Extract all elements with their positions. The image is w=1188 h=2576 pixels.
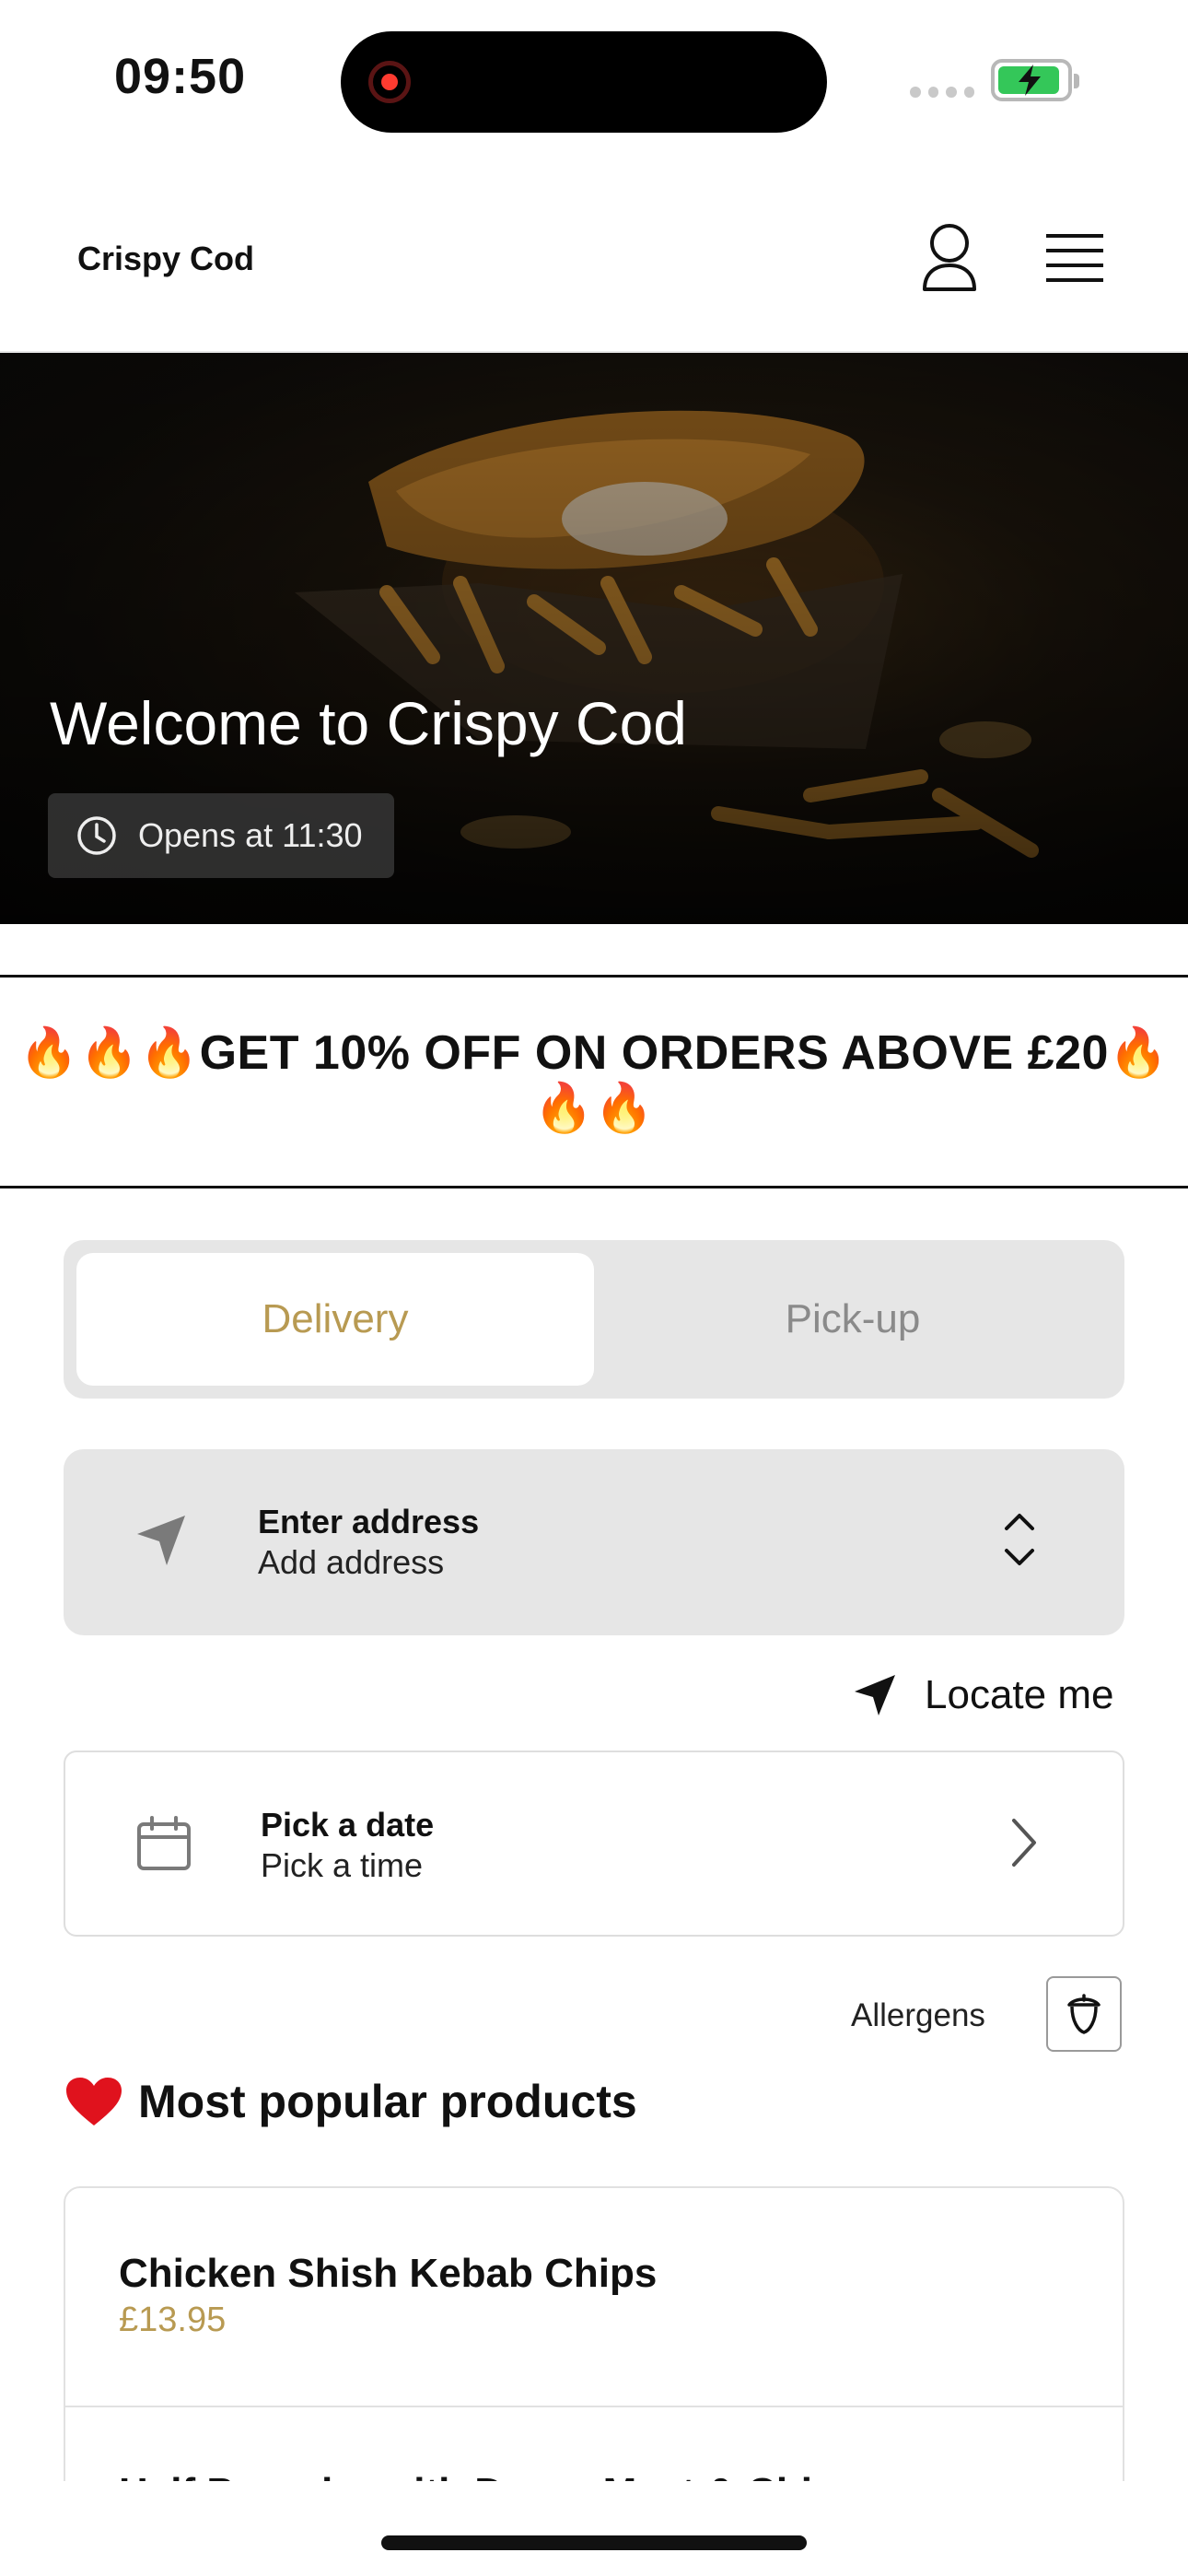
order-mode-toggle: Delivery Pick-up (64, 1240, 1124, 1399)
address-title: Enter address (258, 1503, 480, 1540)
locate-me-label: Locate me (925, 1672, 1114, 1717)
status-bar: 09:50 (0, 0, 1188, 166)
product-name: Chicken Shish Kebab Chips (119, 2251, 658, 2296)
location-arrow-icon (855, 1675, 895, 1715)
popular-products-heading: Most popular products (64, 2075, 637, 2128)
allergens-label: Allergens (851, 1997, 985, 2033)
opening-hours-text: Opens at 11:30 (138, 816, 363, 854)
dynamic-island (341, 31, 827, 133)
home-indicator[interactable] (381, 2535, 807, 2550)
delivery-tab[interactable]: Delivery (76, 1253, 594, 1386)
acorn-icon (1067, 1994, 1101, 2034)
status-time: 09:50 (114, 49, 247, 104)
promo-banner: 🔥🔥🔥GET 10% OFF ON ORDERS ABOVE £20🔥🔥🔥 (0, 975, 1188, 1188)
user-icon[interactable] (917, 221, 982, 295)
brand-name[interactable]: Crispy Cod (77, 240, 254, 278)
calendar-icon (137, 1816, 191, 1870)
hero-banner: Welcome to Crispy Cod Opens at 11:30 (0, 353, 1188, 924)
pick-date-label: Pick a date (261, 1806, 435, 1844)
recording-icon (368, 61, 411, 103)
pick-time-label: Pick a time (261, 1846, 424, 1884)
chevron-right-icon (1012, 1819, 1036, 1867)
date-time-picker[interactable]: Pick a date Pick a time (64, 1751, 1124, 1937)
opening-hours-badge: Opens at 11:30 (48, 793, 394, 878)
clock-icon (77, 816, 116, 855)
battery-icon (991, 59, 1079, 101)
hero-title: Welcome to Crispy Cod (50, 689, 688, 757)
product-price: £13.95 (119, 2301, 227, 2339)
promo-text: 🔥🔥🔥GET 10% OFF ON ORDERS ABOVE £20🔥🔥🔥 (18, 1026, 1170, 1135)
locate-me-button[interactable]: Locate me (853, 1668, 1113, 1723)
app-header: Crispy Cod (0, 166, 1188, 353)
navigation-arrow-icon (137, 1516, 185, 1565)
signal-icon (910, 87, 974, 98)
menu-icon[interactable] (1044, 230, 1105, 286)
chevron-up-down-icon (1005, 1514, 1034, 1565)
product-item[interactable]: Chicken Shish Kebab Chips £13.95 (65, 2188, 1123, 2407)
allergens-button[interactable] (1046, 1976, 1122, 2052)
address-selector[interactable]: Enter address Add address (64, 1449, 1124, 1635)
pickup-tab[interactable]: Pick-up (594, 1253, 1112, 1386)
app-screen: 09:50 Crispy Cod Welcome to Crispy Cod O… (0, 0, 1188, 2576)
heart-icon (66, 2078, 122, 2125)
bottom-safe-area (0, 2481, 1188, 2576)
popular-products-title: Most popular products (138, 2076, 637, 2127)
address-subtitle: Add address (258, 1543, 445, 1581)
